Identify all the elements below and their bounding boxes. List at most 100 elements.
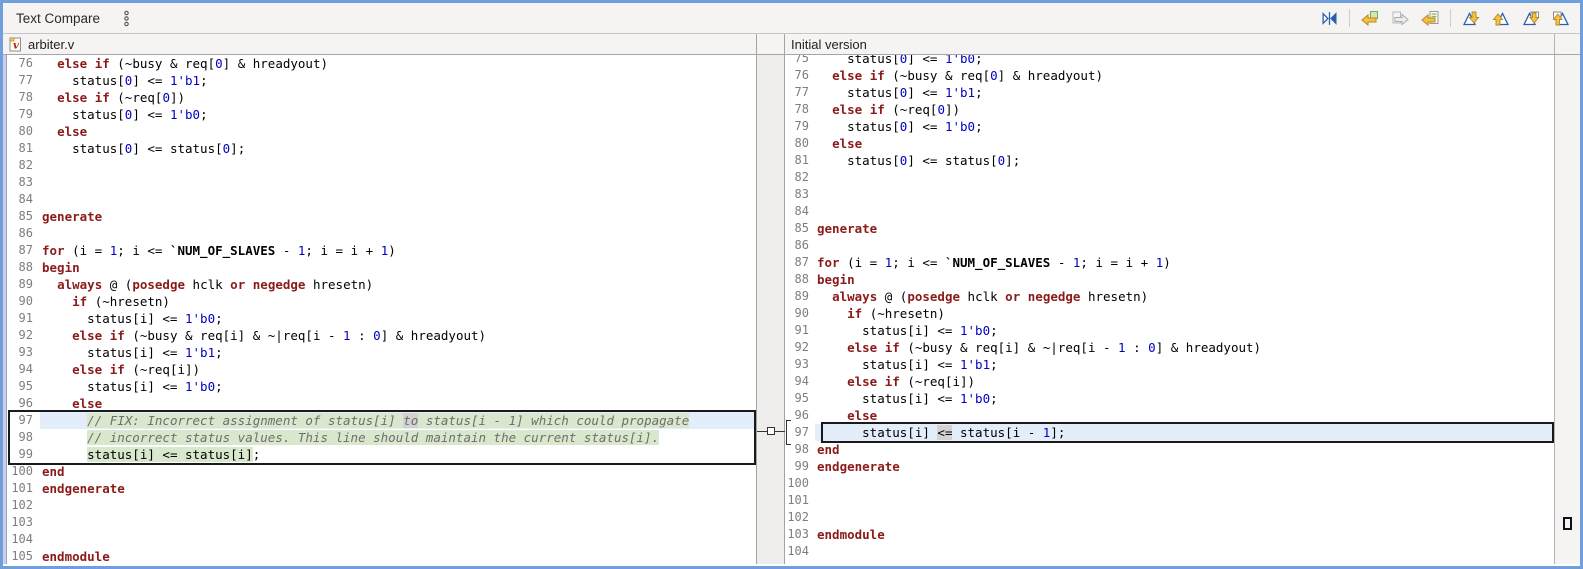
code-line[interactable]: 90 if (~hresetn) [785,305,1554,322]
code-text[interactable]: else [40,395,756,412]
code-text[interactable]: always @ (posedge hclk or negedge hreset… [40,276,756,293]
code-line[interactable]: 99 endgenerate [785,458,1554,475]
code-text[interactable]: always @ (posedge hclk or negedge hreset… [815,288,1554,305]
code-text[interactable] [40,531,756,548]
code-line[interactable]: 76 else if (~busy & req[0] & hreadyout) [8,55,756,72]
code-text[interactable]: status[0] <= 1'b0; [815,55,1554,67]
code-text[interactable]: if (~hresetn) [815,305,1554,322]
code-text[interactable]: else [40,123,756,140]
diff-annotation-marker[interactable] [1563,517,1572,530]
code-line[interactable]: 76 else if (~busy & req[0] & hreadyout) [785,67,1554,84]
next-change-button[interactable] [1520,7,1542,29]
code-text[interactable]: status[i] <= 1'b1; [40,344,756,361]
code-text[interactable] [40,191,756,208]
code-line[interactable]: 82 [8,157,756,174]
code-line[interactable]: 99 status[i] <= status[i]; [8,446,756,463]
code-text[interactable]: else if (~req[0]) [40,89,756,106]
code-line[interactable]: 94 else if (~req[i]) [785,373,1554,390]
code-line[interactable]: 92 else if (~busy & req[i] & ~|req[i - 1… [8,327,756,344]
code-line[interactable]: 104 [785,543,1554,560]
code-text[interactable]: status[0] <= 1'b1; [815,84,1554,101]
code-text[interactable]: status[i] <= status[i]; [40,446,756,463]
code-line[interactable]: 77 status[0] <= 1'b1; [8,72,756,89]
code-line[interactable]: 98 end [785,441,1554,458]
code-text[interactable] [815,475,1554,492]
code-text[interactable]: if (~hresetn) [40,293,756,310]
code-text[interactable]: else if (~busy & req[0] & hreadyout) [815,67,1554,84]
code-line[interactable]: 104 [8,531,756,548]
code-line[interactable]: 89 always @ (posedge hclk or negedge hre… [8,276,756,293]
code-text[interactable]: endgenerate [815,458,1554,475]
code-text[interactable]: for (i = 1; i <= `NUM_OF_SLAVES - 1; i =… [40,242,756,259]
code-line[interactable]: 81 status[0] <= status[0]; [8,140,756,157]
code-line[interactable]: 100 [785,475,1554,492]
code-text[interactable] [815,237,1554,254]
code-line[interactable]: 105 endmodule [8,548,756,564]
code-text[interactable]: endmodule [815,526,1554,543]
code-text[interactable]: else if (~busy & req[i] & ~|req[i - 1 : … [40,327,756,344]
code-text[interactable]: end [815,441,1554,458]
code-line[interactable]: 78 else if (~req[0]) [785,101,1554,118]
code-line[interactable]: 83 [785,186,1554,203]
code-line[interactable]: 96 else [785,407,1554,424]
code-text[interactable]: else [815,135,1554,152]
code-line[interactable]: 94 else if (~req[i]) [8,361,756,378]
code-line[interactable]: 100 end [8,463,756,480]
code-text[interactable]: status[0] <= status[0]; [815,152,1554,169]
code-line[interactable]: 97 // FIX: Incorrect assignment of statu… [8,412,756,429]
code-text[interactable]: generate [815,220,1554,237]
code-line[interactable]: 90 if (~hresetn) [8,293,756,310]
code-text[interactable]: else if (~busy & req[i] & ~|req[i - 1 : … [815,339,1554,356]
code-text[interactable] [815,203,1554,220]
code-text[interactable] [40,514,756,531]
copy-left-to-right-button[interactable] [1389,7,1411,29]
code-text[interactable]: status[0] <= 1'b0; [815,118,1554,135]
copy-right-to-left-button[interactable] [1419,7,1441,29]
previous-change-button[interactable] [1550,7,1572,29]
code-text[interactable] [815,186,1554,203]
view-menu-icon[interactable] [122,10,131,27]
code-line[interactable]: 84 [8,191,756,208]
left-editor-pane[interactable]: 76 else if (~busy & req[0] & hreadyout) 7… [3,55,756,564]
code-text[interactable]: endmodule [40,548,756,564]
code-line[interactable]: 86 [8,225,756,242]
next-difference-button[interactable] [1460,7,1482,29]
code-text[interactable] [40,497,756,514]
code-line[interactable]: 96 else [8,395,756,412]
code-line[interactable]: 85 generate [8,208,756,225]
code-text[interactable] [815,169,1554,186]
code-line[interactable]: 101 [785,492,1554,509]
code-line[interactable]: 91 status[i] <= 1'b0; [8,310,756,327]
code-text[interactable]: else if (~req[i]) [40,361,756,378]
code-line[interactable]: 83 [8,174,756,191]
code-text[interactable]: else if (~req[0]) [815,101,1554,118]
code-line[interactable]: 88 begin [8,259,756,276]
code-text[interactable]: status[i] <= 1'b1; [815,356,1554,373]
overview-ruler[interactable] [1554,55,1580,564]
code-text[interactable] [815,492,1554,509]
code-line[interactable]: 93 status[i] <= 1'b1; [785,356,1554,373]
code-line[interactable]: 102 [785,509,1554,526]
code-text[interactable] [40,174,756,191]
code-line[interactable]: 89 always @ (posedge hclk or negedge hre… [785,288,1554,305]
code-text[interactable]: else if (~req[i]) [815,373,1554,390]
code-text[interactable]: status[0] <= 1'b0; [40,106,756,123]
previous-difference-button[interactable] [1490,7,1512,29]
code-line[interactable]: 97 status[i] <= status[i - 1]; [785,424,1554,441]
right-editor-pane[interactable]: 75 status[0] <= 1'b0; 76 else if (~busy &… [785,55,1554,564]
code-text[interactable]: begin [815,271,1554,288]
code-line[interactable]: 80 else [8,123,756,140]
code-text[interactable] [815,509,1554,526]
code-line[interactable]: 95 status[i] <= 1'b0; [8,378,756,395]
code-line[interactable]: 77 status[0] <= 1'b1; [785,84,1554,101]
code-text[interactable]: status[i] <= 1'b0; [815,390,1554,407]
code-text[interactable]: for (i = 1; i <= `NUM_OF_SLAVES - 1; i =… [815,254,1554,271]
code-line[interactable]: 81 status[0] <= status[0]; [785,152,1554,169]
copy-all-right-to-left-button[interactable] [1359,7,1381,29]
code-text[interactable]: status[i] <= 1'b0; [40,310,756,327]
code-line[interactable]: 84 [785,203,1554,220]
code-line[interactable]: 85 generate [785,220,1554,237]
code-line[interactable]: 98 // incorrect status values. This line… [8,429,756,446]
code-line[interactable]: 87 for (i = 1; i <= `NUM_OF_SLAVES - 1; i… [8,242,756,259]
code-text[interactable] [40,157,756,174]
